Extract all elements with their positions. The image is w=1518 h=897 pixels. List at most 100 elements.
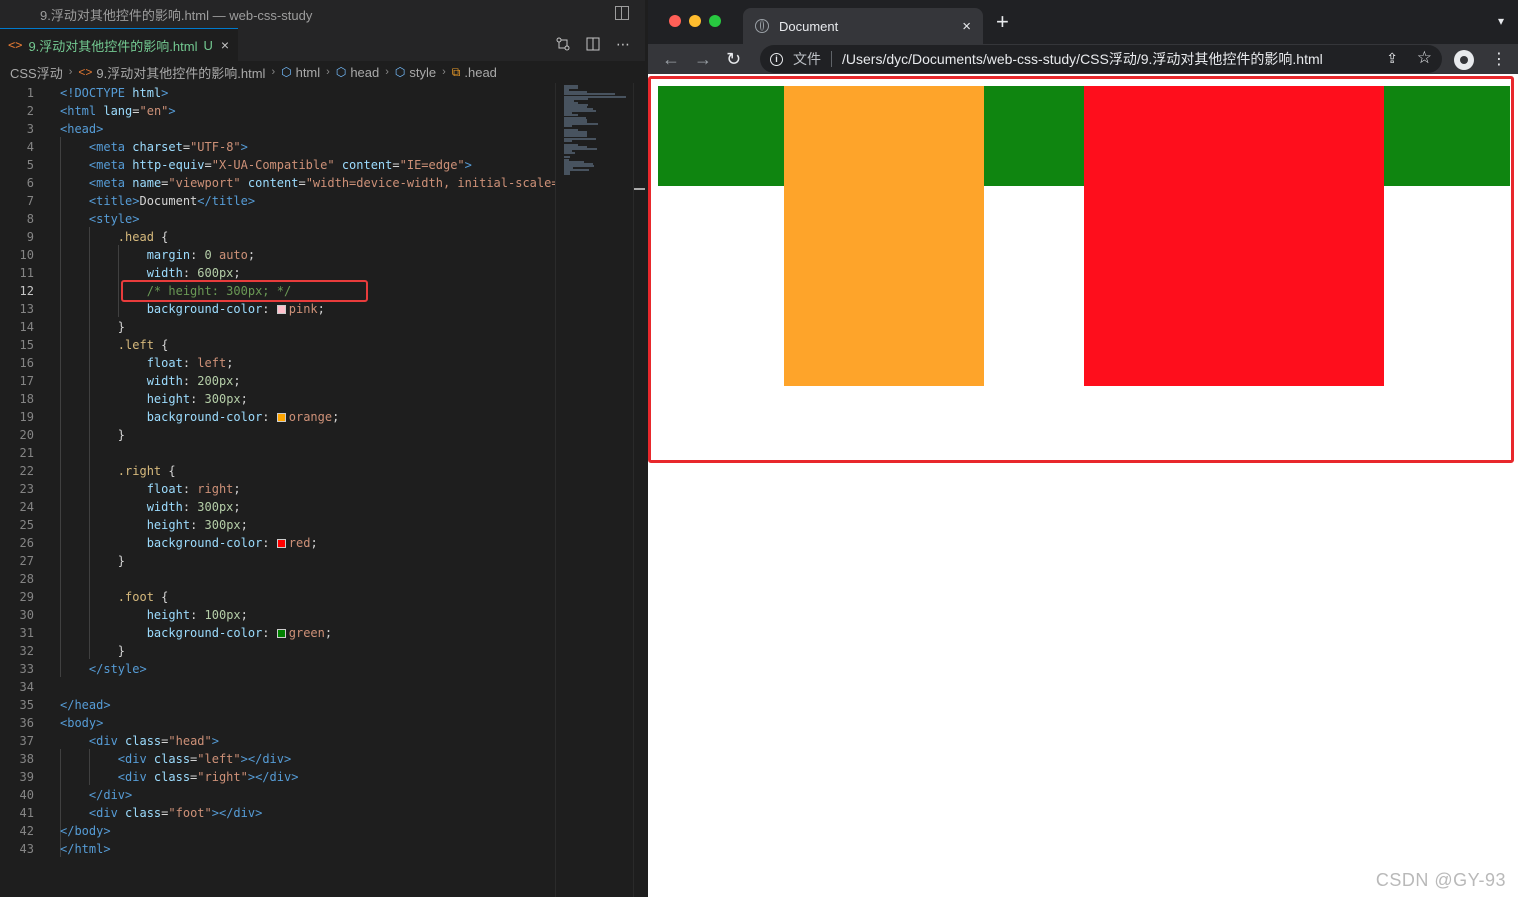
zoom-window-button[interactable]	[709, 15, 721, 27]
browser-menu-icon[interactable]: ⋮	[1491, 49, 1507, 69]
breadcrumb-chevron-icon: ›	[442, 66, 446, 78]
code-line[interactable]: 32 }	[0, 642, 555, 660]
code-line[interactable]: 10 margin: 0 auto;	[0, 246, 555, 264]
breadcrumb-item[interactable]: ⧉ .head	[452, 65, 497, 80]
code-line[interactable]: 18 height: 300px;	[0, 390, 555, 408]
code-line[interactable]: 19 background-color: orange;	[0, 408, 555, 426]
code-line[interactable]: 20 }	[0, 426, 555, 444]
share-icon[interactable]: ⇪	[1386, 50, 1398, 67]
code-line[interactable]: 33 </style>	[0, 660, 555, 678]
window-title: 9.浮动对其他控件的影响.html — web-css-study	[40, 7, 313, 23]
vscode-titlebar: 9.浮动对其他控件的影响.html — web-css-study	[0, 0, 645, 28]
code-line[interactable]: 1 <!DOCTYPE html>	[0, 84, 555, 102]
split-editor-icon[interactable]	[585, 36, 601, 52]
code-line[interactable]: 38 <div class="left"></div>	[0, 750, 555, 768]
code-text: <div class="head">	[88, 734, 219, 748]
code-line[interactable]: 17 width: 200px;	[0, 372, 555, 390]
tab-close-icon[interactable]: ×	[221, 37, 229, 53]
code-line[interactable]: 6 <meta name="viewport" content="width=d…	[0, 174, 555, 192]
code-line[interactable]: 21	[0, 444, 555, 462]
code-line[interactable]: 26 background-color: red;	[0, 534, 555, 552]
code-text: float: right;	[146, 482, 241, 496]
line-number: 17	[19, 374, 34, 388]
editor-scrollbar[interactable]	[633, 83, 645, 897]
code-text: <head>	[60, 122, 104, 136]
code-line[interactable]: 43 </html>	[0, 840, 555, 858]
line-number: 15	[19, 338, 34, 352]
bookmark-star-icon[interactable]: ☆	[1417, 48, 1432, 68]
code-line[interactable]: 27 }	[0, 552, 555, 570]
code-line[interactable]: 24 width: 300px;	[0, 498, 555, 516]
layout-toggle-icon[interactable]	[615, 6, 629, 20]
code-text: <meta name="viewport" content="width=dev…	[88, 176, 555, 190]
browser-tab-close-icon[interactable]: ×	[962, 18, 971, 35]
code-line[interactable]: 29 .foot {	[0, 588, 555, 606]
site-info-icon[interactable]: i	[770, 52, 783, 66]
code-line[interactable]: 23 float: right;	[0, 480, 555, 498]
breadcrumb-item[interactable]: <> 9.浮动对其他控件的影响.html	[78, 63, 265, 82]
code-line[interactable]: 31 background-color: green;	[0, 624, 555, 642]
breadcrumb-item[interactable]: ⬡ style	[395, 65, 436, 80]
code-line[interactable]: 41 <div class="foot"></div>	[0, 804, 555, 822]
line-number: 19	[19, 410, 34, 424]
line-number: 23	[19, 482, 34, 496]
reload-icon[interactable]: ↻	[726, 48, 741, 70]
page-viewport: CSDN @GY-93	[648, 74, 1518, 897]
code-line[interactable]: 28	[0, 570, 555, 588]
color-swatch[interactable]	[276, 305, 286, 314]
line-number: 26	[19, 536, 34, 550]
code-line[interactable]: 15 .left {	[0, 336, 555, 354]
compare-changes-icon[interactable]	[555, 36, 571, 52]
code-line[interactable]: 2 <html lang="en">	[0, 102, 555, 120]
code-line[interactable]: 25 height: 300px;	[0, 516, 555, 534]
code-line[interactable]: 34	[0, 678, 555, 696]
code-line[interactable]: 42 </body>	[0, 822, 555, 840]
color-swatch[interactable]	[276, 539, 286, 548]
color-swatch[interactable]	[276, 629, 286, 638]
color-swatch[interactable]	[276, 413, 286, 422]
code-line[interactable]: 14 }	[0, 318, 555, 336]
line-number: 38	[19, 752, 34, 766]
browser-tab-active[interactable]: Document ×	[743, 8, 983, 44]
forward-arrow-icon[interactable]: →	[694, 48, 712, 70]
back-arrow-icon[interactable]: ←	[662, 48, 680, 70]
close-window-button[interactable]	[669, 15, 681, 27]
code-line[interactable]: 5 <meta http-equiv="X-UA-Compatible" con…	[0, 156, 555, 174]
code-line[interactable]: 13 background-color: pink;	[0, 300, 555, 318]
code-line[interactable]: 9 .head {	[0, 228, 555, 246]
breadcrumb-item[interactable]: CSS浮动	[10, 63, 63, 82]
code-line[interactable]: 16 float: left;	[0, 354, 555, 372]
code-line[interactable]: 30 height: 100px;	[0, 606, 555, 624]
new-tab-button[interactable]: +	[996, 11, 1009, 33]
line-number: 5	[26, 158, 34, 172]
code-text: <body>	[60, 716, 104, 730]
minimize-window-button[interactable]	[689, 15, 701, 27]
editor-tab-active[interactable]: <> 9.浮动对其他控件的影响.html U ×	[0, 28, 238, 61]
profile-avatar-icon[interactable]	[1454, 50, 1474, 70]
code-line[interactable]: 36 <body>	[0, 714, 555, 732]
code-line[interactable]: 39 <div class="right"></div>	[0, 768, 555, 786]
code-text: background-color: orange;	[146, 410, 340, 424]
line-number: 29	[19, 590, 34, 604]
code-line[interactable]: 4 <meta charset="UTF-8">	[0, 138, 555, 156]
code-line[interactable]: 35 </head>	[0, 696, 555, 714]
code-line[interactable]: 8 <style>	[0, 210, 555, 228]
code-line[interactable]: 7 <title>Document</title>	[0, 192, 555, 210]
more-actions-icon[interactable]: ⋯	[615, 36, 631, 52]
globe-icon	[755, 19, 769, 33]
code-line[interactable]: 3 <head>	[0, 120, 555, 138]
code-text: }	[60, 428, 126, 442]
breadcrumb-label: 9.浮动对其他控件的影响.html	[96, 65, 266, 81]
breadcrumb-chevron-icon: ›	[68, 66, 73, 78]
minimap[interactable]	[555, 83, 636, 897]
code-line[interactable]: 40 </div>	[0, 786, 555, 804]
code-line[interactable]: 37 <div class="head">	[0, 732, 555, 750]
address-url[interactable]: /Users/dyc/Documents/web-css-study/CSS浮动…	[842, 49, 1323, 69]
line-number: 14	[19, 320, 34, 334]
code-editor[interactable]: 1 <!DOCTYPE html> 2 <html lang="en"> 3 <head>…	[0, 83, 555, 897]
breadcrumb-item[interactable]: ⬡ head	[336, 65, 379, 80]
breadcrumb-item[interactable]: ⬡ html	[281, 65, 320, 80]
code-line[interactable]: 22 .right {	[0, 462, 555, 480]
address-bar[interactable]: i 文件 /Users/dyc/Documents/web-css-study/…	[760, 45, 1442, 73]
tab-search-chevron-icon[interactable]: ▾	[1498, 14, 1504, 28]
